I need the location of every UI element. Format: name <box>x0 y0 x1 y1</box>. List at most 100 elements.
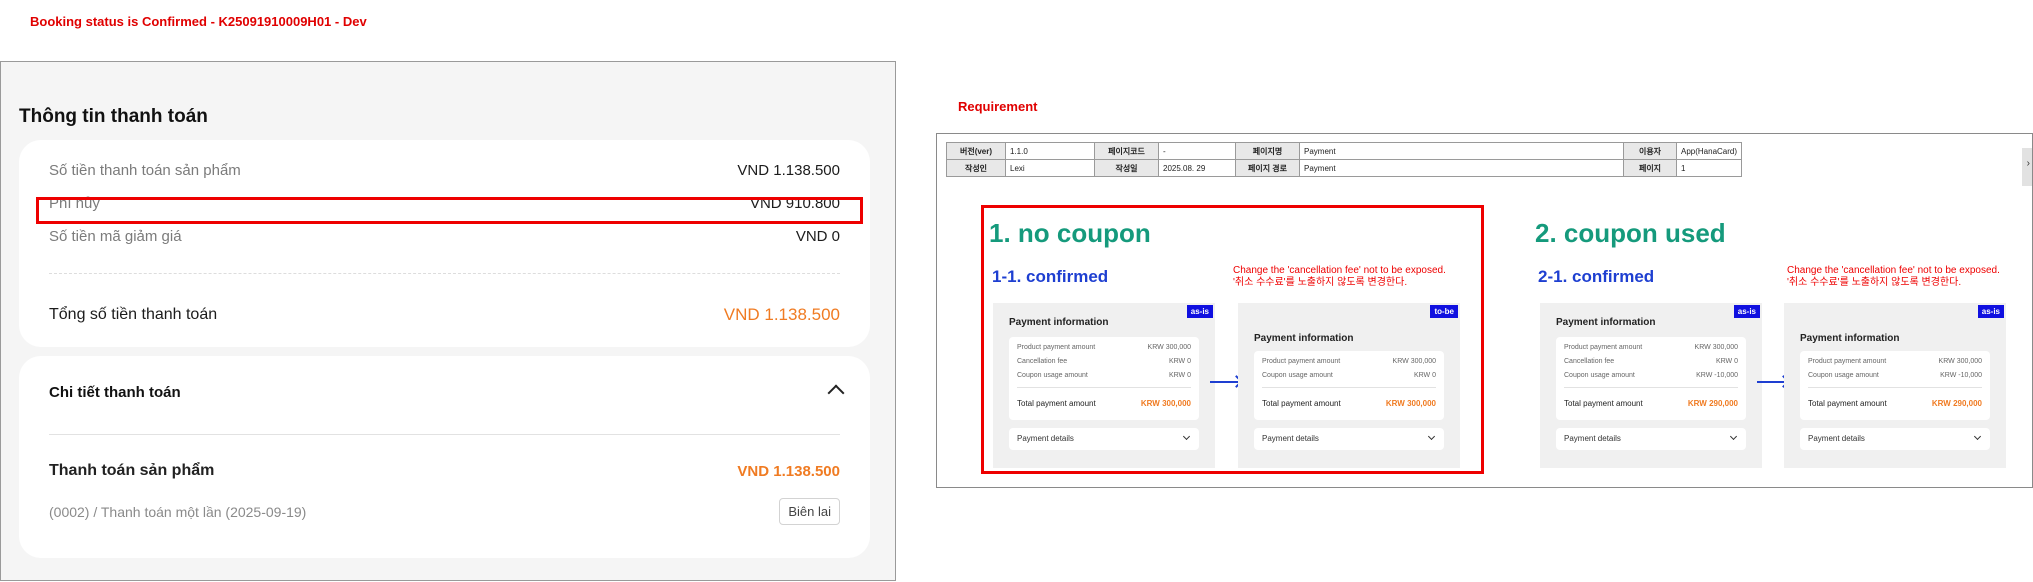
mock-text: KRW 300,000 <box>1694 343 1738 351</box>
meta-value: 2025.08. 29 <box>1158 159 1236 177</box>
meta-value: Payment <box>1299 159 1624 177</box>
mock-summary: Product payment amount KRW 300,000 Coupon… <box>1800 351 1990 420</box>
mock-tobe-coupon: as-is Payment information Product paymen… <box>1784 303 2006 468</box>
mock-summary: Product payment amount KRW 300,000 Coupon… <box>1254 351 1444 420</box>
mock-line: Coupon usage amount KRW -10,000 <box>1808 368 1982 382</box>
mock-tobe-no-coupon: to-be Payment information Product paymen… <box>1238 303 1460 468</box>
note-english: Change the 'cancellation fee' not to be … <box>1787 265 2000 276</box>
mock-text: KRW 300,000 <box>1147 343 1191 351</box>
mock-text: Payment details <box>1017 434 1074 443</box>
note-korean: '취소 수수료'를 노출하지 않도록 변경한다. <box>1233 277 1408 288</box>
meta-header: 페이지명 <box>1235 142 1300 160</box>
chevron-down-icon <box>1182 432 1191 441</box>
mock-text: Product payment amount <box>1262 357 1341 365</box>
meta-header: 페이지코드 <box>1094 142 1159 160</box>
meta-value: 1.1.0 <box>1005 142 1095 160</box>
row-value: VND 1.138.500 <box>737 161 840 179</box>
mock-text: Coupon usage amount <box>1017 371 1088 379</box>
meta-value: 1 <box>1675 159 1743 177</box>
mock-text: Product payment amount <box>1017 343 1096 351</box>
mock-text: Product payment amount <box>1564 343 1643 351</box>
mock-line: Product payment amount KRW 300,000 <box>1262 354 1436 368</box>
chevron-down-icon <box>1729 432 1738 441</box>
meta-value: - <box>1158 142 1236 160</box>
mock-asis-no-coupon: as-is Payment information Product paymen… <box>993 303 1215 468</box>
mock-line: Product payment amount KRW 300,000 <box>1808 354 1982 368</box>
highlight-box <box>36 197 863 224</box>
meta-header: 버전(ver) <box>946 142 1006 160</box>
section-subtitle: 1-1. confirmed <box>992 267 1109 286</box>
product-amount-row: Số tiền thanh toán sản phẩm VND 1.138.50… <box>49 155 840 185</box>
total-label: Tổng số tiền thanh toán <box>49 306 218 323</box>
mock-text: KRW 300,000 <box>1140 398 1191 408</box>
section-title: 2. coupon used <box>1535 218 1726 248</box>
mock-text: Total payment amount <box>1808 398 1887 408</box>
note-korean: '취소 수수료'를 노출하지 않도록 변경한다. <box>1787 277 1962 288</box>
meta-value: Lexi <box>1005 159 1095 177</box>
mock-payment-details: Payment details <box>1800 428 1990 450</box>
mock-line: Coupon usage amount KRW -10,000 <box>1564 368 1738 382</box>
spec-meta-table: 버전(ver) 1.1.0 페이지코드 - 페이지명 Payment 이용자 A… <box>946 142 1743 177</box>
row-value: VND 0 <box>795 227 840 245</box>
row-label: Số tiền mã giảm giá <box>49 227 182 245</box>
note-english: Change the 'cancellation fee' not to be … <box>1233 265 1446 276</box>
mock-text: KRW 0 <box>1715 357 1738 365</box>
mock-line: Cancellation fee KRW 0 <box>1017 354 1191 368</box>
payment-method-info: (0002) / Thanh toán một lần (2025-09-19) <box>49 504 307 520</box>
mock-text: Payment details <box>1808 434 1865 443</box>
chevron-right-icon[interactable]: › <box>2027 158 2030 169</box>
mock-line: Cancellation fee KRW 0 <box>1564 354 1738 368</box>
payment-details-title[interactable]: Chi tiết thanh toán <box>49 384 181 401</box>
mock-separator <box>1262 387 1436 388</box>
mock-payment-details: Payment details <box>1009 428 1199 450</box>
mock-text: KRW 290,000 <box>1687 398 1738 408</box>
mock-total: Total payment amount KRW 290,000 <box>1564 396 1738 410</box>
tobe-tag: to-be <box>1430 305 1458 318</box>
chevron-down-icon <box>1427 432 1436 441</box>
row-label: Số tiền thanh toán sản phẩm <box>49 161 241 179</box>
mock-line: Coupon usage amount KRW 0 <box>1262 368 1436 382</box>
mock-text: Coupon usage amount <box>1262 371 1333 379</box>
mock-text: KRW 300,000 <box>1385 398 1436 408</box>
change-note: Change the 'cancellation fee' not to be … <box>1787 265 2000 289</box>
product-payment-label: Thanh toán sản phẩm <box>49 462 215 479</box>
chevron-down-icon <box>1973 432 1982 441</box>
payment-info-title: Thông tin thanh toán <box>19 106 208 127</box>
details-divider <box>49 434 840 435</box>
arrow-right-icon <box>1210 381 1240 383</box>
mock-payment-details: Payment details <box>1556 428 1746 450</box>
meta-value: App(HanaCard) <box>1675 142 1743 160</box>
mock-text: Cancellation fee <box>1564 357 1615 365</box>
mock-title: Payment information <box>1800 333 1900 344</box>
mock-text: KRW -10,000 <box>1696 371 1738 379</box>
arrow-right-icon <box>1757 381 1787 383</box>
change-note: Change the 'cancellation fee' not to be … <box>1233 265 1446 289</box>
mock-text: KRW 300,000 <box>1392 357 1436 365</box>
mock-line: Product payment amount KRW 300,000 <box>1564 340 1738 354</box>
mock-text: Total payment amount <box>1262 398 1341 408</box>
meta-header: 페이지 <box>1623 159 1677 177</box>
mock-text: Payment details <box>1564 434 1621 443</box>
mock-text: Product payment amount <box>1808 357 1887 365</box>
mock-text: KRW -10,000 <box>1940 371 1982 379</box>
mock-text: Coupon usage amount <box>1564 371 1635 379</box>
chevron-up-icon[interactable] <box>827 384 845 402</box>
meta-value: Payment <box>1299 142 1624 160</box>
booking-status-title: Booking status is Confirmed - K250919100… <box>30 14 367 29</box>
meta-header: 이용자 <box>1623 142 1677 160</box>
asis-tag: as-is <box>1977 305 2004 318</box>
mock-total: Total payment amount KRW 300,000 <box>1262 396 1436 410</box>
mock-title: Payment information <box>1254 333 1354 344</box>
mock-summary: Product payment amount KRW 300,000 Cancel… <box>1556 337 1746 420</box>
coupon-amount-row: Số tiền mã giảm giá VND 0 <box>49 221 840 251</box>
mock-separator <box>1017 387 1191 388</box>
meta-header: 작성인 <box>946 159 1006 177</box>
mock-text: Cancellation fee <box>1017 357 1068 365</box>
mock-text: KRW 0 <box>1168 371 1191 379</box>
mock-asis-coupon: as-is Payment information Product paymen… <box>1540 303 1762 468</box>
mock-text: Total payment amount <box>1017 398 1096 408</box>
mock-text: KRW 290,000 <box>1931 398 1982 408</box>
mock-line: Product payment amount KRW 300,000 <box>1017 340 1191 354</box>
receipt-button[interactable]: Biên lai <box>779 498 840 525</box>
asis-tag: as-is <box>1733 305 1760 318</box>
